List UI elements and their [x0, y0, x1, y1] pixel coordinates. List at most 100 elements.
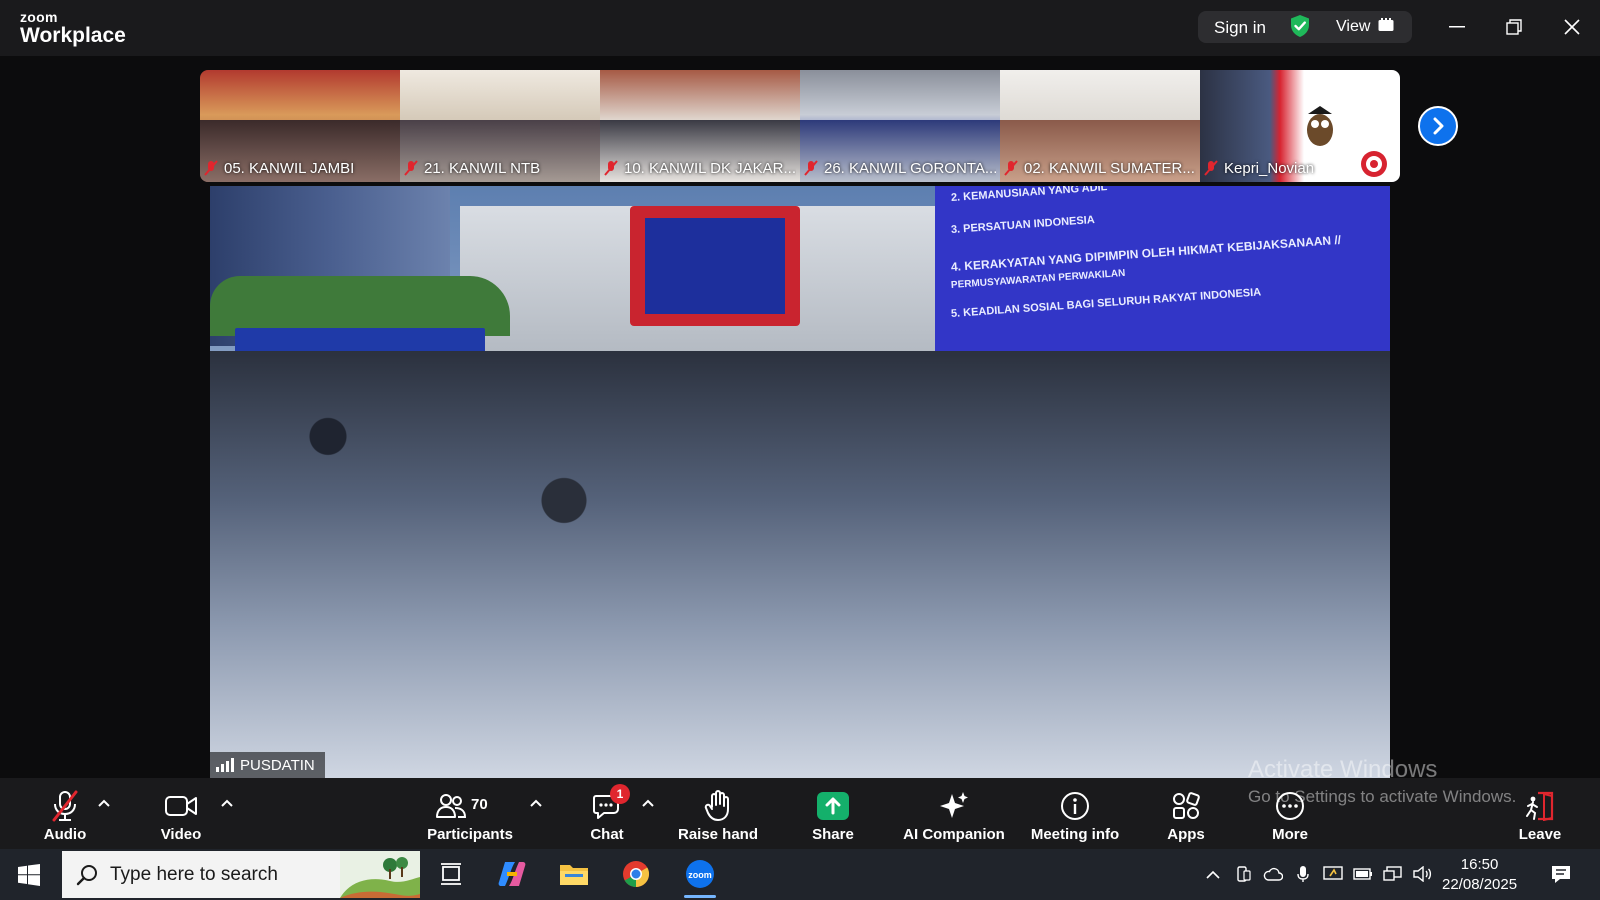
participant-tile[interactable]: 10. KANWIL DK JAKAR...: [600, 70, 800, 182]
shield-check-icon[interactable]: [1289, 14, 1311, 38]
brand-top: zoom: [20, 9, 58, 25]
meeting-info-button[interactable]: Meeting info: [1028, 778, 1122, 849]
restore-icon: [1506, 19, 1522, 35]
mic-muted-icon: [1004, 160, 1018, 176]
audio-button[interactable]: Audio: [36, 778, 94, 849]
ai-companion-button[interactable]: AI Companion: [902, 778, 1006, 849]
windows-taskbar: Type here to search zoom 16:50 22/08/202…: [0, 849, 1600, 900]
participant-name: PUSDATIN: [240, 756, 315, 774]
volume-button[interactable]: [1412, 863, 1434, 885]
battery-icon: [1353, 868, 1372, 880]
title-bar: zoom Workplace Sign in View: [0, 0, 1600, 56]
more-label: More: [1272, 826, 1308, 843]
zoom-logo: zoom Workplace: [20, 10, 126, 46]
projected-screen: 2. KEMANUSIAAN YANG ADIL 3. PERSATUAN IN…: [935, 186, 1390, 356]
view-button[interactable]: View: [1336, 18, 1370, 36]
video-name-label: PUSDATIN: [210, 752, 325, 778]
chat-options-caret-icon[interactable]: [641, 798, 655, 808]
participant-tile[interactable]: Kepri_Novian: [1200, 70, 1400, 182]
signal-strength-icon: [216, 758, 234, 772]
video-options-caret-icon[interactable]: [220, 798, 234, 808]
next-page-button[interactable]: [1418, 106, 1458, 146]
zoom-app-button[interactable]: zoom: [676, 854, 724, 898]
apps-icon: [1173, 792, 1200, 819]
zoom-app-icon: zoom: [686, 860, 714, 888]
close-button[interactable]: [1552, 12, 1592, 42]
battery-button[interactable]: [1352, 863, 1374, 885]
crowd-scene: [210, 351, 1390, 778]
svg-text:zoom: zoom: [688, 870, 712, 880]
mic-muted-icon: [1204, 160, 1218, 176]
clock-time: 16:50: [1460, 856, 1499, 873]
chat-button[interactable]: 1 Chat: [583, 778, 631, 849]
chrome-app-button[interactable]: [612, 854, 660, 894]
speaker-icon: [1413, 866, 1432, 882]
chat-label: Chat: [590, 826, 624, 843]
onedrive-button[interactable]: [1262, 863, 1284, 885]
grid-view-icon[interactable]: [1378, 18, 1394, 32]
folder-icon: [560, 865, 588, 885]
microphone-tray-button[interactable]: [1292, 863, 1314, 885]
taskbar-clock[interactable]: 16:50 22/08/2025: [1442, 855, 1517, 895]
taskbar-search-box[interactable]: Type here to search: [62, 851, 420, 898]
meet-now-button[interactable]: [1322, 863, 1344, 885]
share-button[interactable]: Share: [806, 778, 860, 849]
microphone-icon: [1297, 866, 1309, 882]
chevron-up-icon: [1206, 870, 1220, 879]
network-button[interactable]: [1382, 863, 1404, 885]
participant-name: 10. KANWIL DK JAKAR...: [624, 159, 796, 177]
participant-name: 02. KANWIL SUMATER...: [1024, 159, 1195, 177]
mic-muted-icon: [604, 160, 618, 176]
mic-muted-icon: [404, 160, 418, 176]
screen-share-tray-icon: [1323, 866, 1343, 880]
participant-name: 05. KANWIL JAMBI: [224, 159, 355, 177]
video-button[interactable]: Video: [151, 778, 211, 849]
restore-button[interactable]: [1494, 12, 1534, 42]
participants-options-caret-icon[interactable]: [529, 798, 543, 808]
chat-unread-badge: 1: [610, 784, 630, 804]
participants-label: Participants: [427, 826, 513, 843]
video-label: Video: [160, 826, 202, 843]
search-highlight-illustration-icon: [340, 851, 420, 898]
participant-tile[interactable]: 05. KANWIL JAMBI: [200, 70, 400, 182]
phone-link-icon: [1237, 866, 1251, 882]
participant-thumbnail-strip: 05. KANWIL JAMBI 21. KANWIL NTB 10. KANW…: [200, 70, 1400, 182]
mic-muted-icon: [804, 160, 818, 176]
search-icon: [76, 864, 97, 885]
raise-hand-button[interactable]: Raise hand: [676, 778, 760, 849]
more-button[interactable]: More: [1268, 778, 1312, 849]
raise-hand-icon: [704, 790, 729, 821]
tray-overflow-button[interactable]: [1202, 863, 1224, 885]
clock-date: 22/08/2025: [1442, 876, 1518, 893]
notification-icon: [1552, 866, 1570, 883]
more-options-icon: [1276, 792, 1304, 820]
video-camera-icon: [165, 796, 197, 816]
active-speaker-video[interactable]: 2. KEMANUSIAAN YANG ADIL 3. PERSATUAN IN…: [210, 186, 1390, 778]
participant-tile[interactable]: 02. KANWIL SUMATER...: [1000, 70, 1200, 182]
participants-icon: [436, 794, 467, 818]
file-explorer-button[interactable]: [550, 854, 598, 894]
chevron-right-icon: [1433, 117, 1444, 135]
audio-options-caret-icon[interactable]: [97, 798, 111, 808]
participant-name: 26. KANWIL GORONTA...: [824, 159, 996, 177]
network-icon: [1383, 866, 1402, 881]
participants-button[interactable]: 70 Participants: [424, 778, 516, 849]
notifications-button[interactable]: [1548, 863, 1574, 885]
apps-button[interactable]: Apps: [1164, 778, 1208, 849]
minimize-icon: [1449, 26, 1465, 28]
tray-app-button[interactable]: [1232, 863, 1254, 885]
copilot-app-button[interactable]: [488, 854, 536, 894]
close-icon: [1564, 19, 1580, 35]
participant-name: 21. KANWIL NTB: [424, 159, 541, 177]
participant-tile[interactable]: 26. KANWIL GORONTA...: [800, 70, 1000, 182]
copilot-icon: [498, 862, 526, 886]
mic-muted-icon: [52, 790, 78, 822]
participant-tile[interactable]: 21. KANWIL NTB: [400, 70, 600, 182]
task-view-button[interactable]: [427, 854, 475, 894]
share-screen-icon: [817, 792, 849, 820]
leave-label: Leave: [1518, 826, 1562, 843]
leave-button[interactable]: Leave: [1516, 778, 1564, 849]
minimize-button[interactable]: [1437, 12, 1477, 42]
sign-in-button[interactable]: Sign in: [1214, 18, 1266, 38]
windows-start-icon[interactable]: [18, 864, 40, 886]
